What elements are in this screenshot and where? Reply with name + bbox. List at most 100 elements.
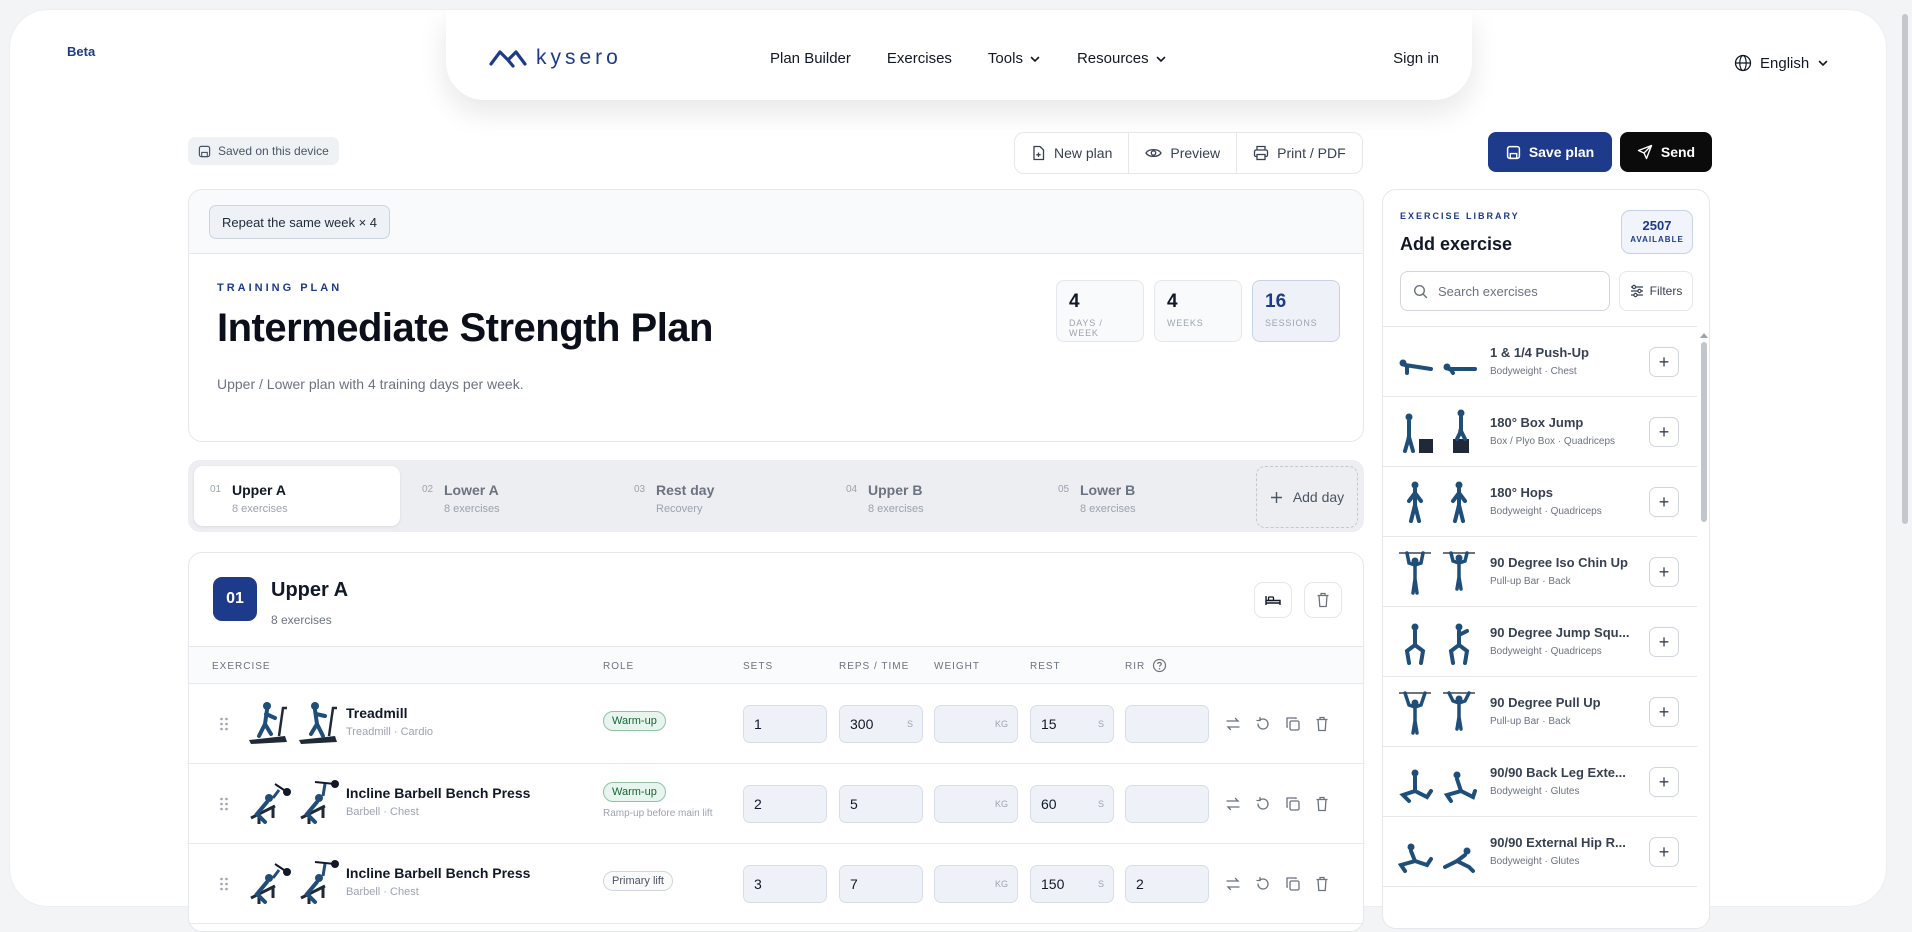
duplicate-icon[interactable]: [1285, 796, 1301, 812]
weight-unit: KG: [994, 799, 1008, 809]
available-label: AVAILABLE: [1630, 235, 1684, 244]
library-exercise-name: 180° Hops: [1490, 485, 1554, 500]
library-exercise-name: 90/90 Back Leg Exte...: [1490, 765, 1626, 780]
add-exercise-button[interactable]: +: [1649, 487, 1679, 517]
scroll-up-arrow-icon[interactable]: [1699, 331, 1709, 339]
list-item[interactable]: 90 Degree Jump Squ... Bodyweight · Quadr…: [1383, 607, 1697, 677]
trash-icon[interactable]: [1315, 716, 1329, 732]
sets-input[interactable]: 2: [743, 785, 827, 823]
day-tab-lower-a[interactable]: 02 Lower A 8 exercises: [406, 466, 612, 526]
add-exercise-button[interactable]: +: [1649, 627, 1679, 657]
swap-icon[interactable]: [1225, 716, 1241, 732]
reps-value: 5: [850, 796, 858, 812]
exercise-name[interactable]: Incline Barbell Bench Press: [346, 785, 530, 801]
list-item[interactable]: 180° Box Jump Box / Plyo Box · Quadricep…: [1383, 397, 1697, 467]
reps-input[interactable]: 7: [839, 865, 923, 903]
brand-logo[interactable]: kysero: [488, 46, 622, 70]
role-badge[interactable]: Warm-up: [603, 711, 666, 731]
drag-handle-icon[interactable]: [219, 796, 229, 812]
list-item[interactable]: 180° Hops Bodyweight · Quadriceps +: [1383, 467, 1697, 537]
library-exercise-meta: Bodyweight · Quadriceps: [1490, 646, 1602, 657]
nav-exercises[interactable]: Exercises: [887, 50, 952, 67]
add-exercise-button[interactable]: +: [1649, 697, 1679, 727]
exercise-meta: Barbell · Chest: [346, 886, 419, 898]
day-tab-rest-day[interactable]: 03 Rest day Recovery: [618, 466, 824, 526]
language-selector[interactable]: English: [1734, 54, 1829, 72]
swap-icon[interactable]: [1225, 796, 1241, 812]
rir-input[interactable]: [1125, 785, 1209, 823]
trash-icon[interactable]: [1315, 796, 1329, 812]
reset-icon[interactable]: [1255, 876, 1271, 892]
rir-input[interactable]: 2: [1125, 865, 1209, 903]
weight-input[interactable]: KG: [934, 865, 1018, 903]
nav-tools[interactable]: Tools: [988, 50, 1041, 67]
preview-button[interactable]: Preview: [1129, 133, 1238, 173]
add-exercise-button[interactable]: +: [1649, 417, 1679, 447]
sets-value: 2: [754, 796, 762, 812]
add-exercise-button[interactable]: +: [1649, 347, 1679, 377]
save-disk-icon: [198, 145, 211, 157]
day-tab-title: Rest day: [656, 482, 715, 498]
plan-title[interactable]: Intermediate Strength Plan: [217, 306, 713, 351]
list-item[interactable]: 90 Degree Iso Chin Up Pull-up Bar · Back…: [1383, 537, 1697, 607]
exercise-name[interactable]: Treadmill: [346, 705, 407, 721]
list-item[interactable]: 1 & 1/4 Push-Up Bodyweight · Chest +: [1383, 327, 1697, 397]
weight-input[interactable]: KG: [934, 705, 1018, 743]
weight-input[interactable]: KG: [934, 785, 1018, 823]
help-circle-icon[interactable]: [1152, 658, 1167, 673]
rest-input[interactable]: 15 S: [1030, 705, 1114, 743]
duplicate-icon[interactable]: [1285, 876, 1301, 892]
add-exercise-button[interactable]: +: [1649, 837, 1679, 867]
day-tab-upper-a[interactable]: 01 Upper A 8 exercises: [194, 466, 400, 526]
list-item[interactable]: 90 Degree Pull Up Pull-up Bar · Back +: [1383, 677, 1697, 747]
drag-handle-icon[interactable]: [219, 876, 229, 892]
add-exercise-button[interactable]: +: [1649, 557, 1679, 587]
add-exercise-button[interactable]: +: [1649, 767, 1679, 797]
exercise-search-input[interactable]: Search exercises: [1400, 271, 1610, 311]
role-badge[interactable]: Primary lift: [603, 871, 673, 891]
list-item[interactable]: 90/90 External Hip R... Bodyweight · Glu…: [1383, 817, 1697, 887]
day-title[interactable]: Upper A: [271, 579, 348, 602]
col-role: ROLE: [603, 661, 635, 672]
exercise-name[interactable]: Incline Barbell Bench Press: [346, 865, 530, 881]
sign-in-link[interactable]: Sign in: [1393, 50, 1439, 67]
delete-day-button[interactable]: [1304, 582, 1342, 618]
rest-day-toggle-button[interactable]: [1254, 582, 1292, 618]
list-item[interactable]: 90/90 Back Leg Exte... Bodyweight · Glut…: [1383, 747, 1697, 817]
library-title: Add exercise: [1400, 234, 1513, 254]
day-tab-upper-b[interactable]: 04 Upper B 8 exercises: [830, 466, 1036, 526]
send-button[interactable]: Send: [1620, 132, 1712, 172]
nav-plan-builder[interactable]: Plan Builder: [770, 50, 851, 67]
sets-input[interactable]: 1: [743, 705, 827, 743]
page-scrollbar-thumb[interactable]: [1902, 14, 1908, 524]
filters-button[interactable]: Filters: [1619, 271, 1693, 311]
reset-icon[interactable]: [1255, 716, 1271, 732]
plan-description[interactable]: Upper / Lower plan with 4 training days …: [217, 376, 524, 392]
nav-resources[interactable]: Resources: [1077, 50, 1167, 67]
duplicate-icon[interactable]: [1285, 716, 1301, 732]
drag-handle-icon[interactable]: [219, 716, 229, 732]
trash-icon[interactable]: [1315, 876, 1329, 892]
repeat-week-chip[interactable]: Repeat the same week × 4: [209, 205, 391, 239]
swap-icon[interactable]: [1225, 876, 1241, 892]
role-badge[interactable]: Warm-up: [603, 782, 666, 802]
library-scrollbar-thumb[interactable]: [1701, 342, 1707, 522]
hip-stretch-illustration-icon: [1443, 771, 1477, 803]
rest-input[interactable]: 60 S: [1030, 785, 1114, 823]
rir-input[interactable]: [1125, 705, 1209, 743]
bench-press-illustration-icon: [250, 863, 291, 904]
day-tab-lower-b[interactable]: 05 Lower B 8 exercises: [1042, 466, 1248, 526]
reps-input[interactable]: 300 S: [839, 705, 923, 743]
save-plan-button[interactable]: Save plan: [1488, 132, 1612, 172]
sets-input[interactable]: 3: [743, 865, 827, 903]
row-actions: [1225, 796, 1329, 812]
library-scrollbar[interactable]: [1699, 326, 1709, 928]
rest-input[interactable]: 150 S: [1030, 865, 1114, 903]
new-plan-button[interactable]: New plan: [1015, 133, 1130, 173]
page-scrollbar[interactable]: [1898, 0, 1912, 914]
add-day-button[interactable]: Add day: [1256, 466, 1358, 528]
exercise-thumbnail: [1395, 829, 1479, 875]
reps-input[interactable]: 5: [839, 785, 923, 823]
print-pdf-button[interactable]: Print / PDF: [1237, 133, 1361, 173]
reset-icon[interactable]: [1255, 796, 1271, 812]
